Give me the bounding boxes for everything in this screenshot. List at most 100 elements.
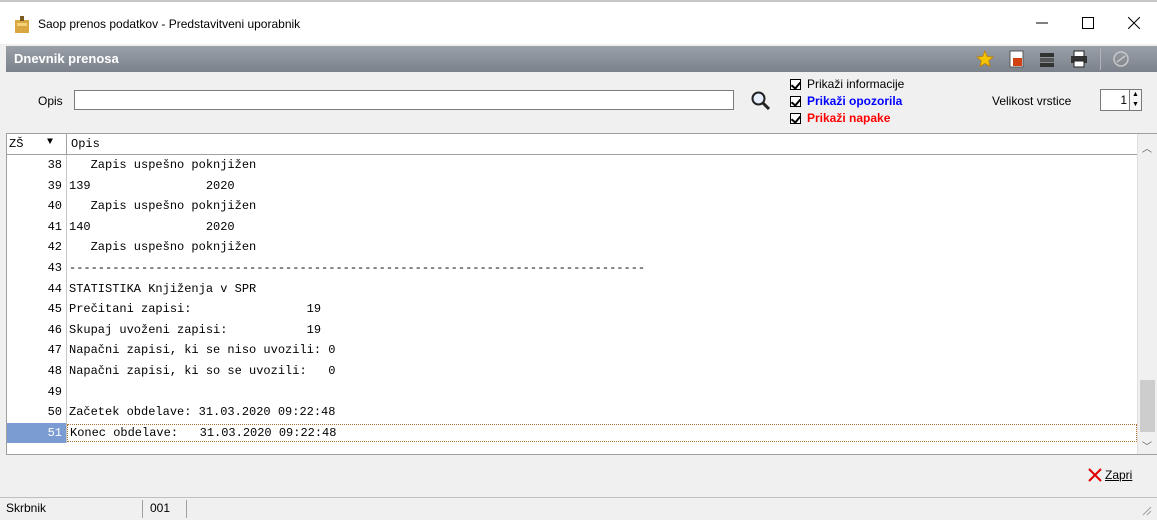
- log-grid[interactable]: ZŠ ▼ Opis 38 Zapis uspešno poknjižen 39 13…: [6, 133, 1157, 455]
- row-size-input[interactable]: 1: [1100, 89, 1130, 111]
- column-header-opis[interactable]: Opis: [71, 137, 100, 151]
- row-number: 41: [47, 219, 62, 234]
- checkbox-show-errors[interactable]: Prikaži napake: [790, 110, 890, 126]
- sort-desc-icon[interactable]: ▼: [47, 137, 53, 148]
- column-divider: [66, 257, 67, 279]
- status-divider: [142, 500, 143, 518]
- table-row[interactable]: 42 Zapis uspešno poknjižen: [7, 237, 1137, 258]
- column-divider: [66, 299, 67, 320]
- table-row[interactable]: 49: [7, 381, 1137, 403]
- column-divider: [66, 402, 67, 423]
- spin-up-icon[interactable]: ▲: [1130, 90, 1141, 100]
- row-number: 42: [47, 240, 62, 255]
- vertical-scrollbar[interactable]: ︿ ﹀: [1137, 134, 1157, 454]
- search-button[interactable]: [750, 90, 772, 112]
- row-size-spinner[interactable]: ▲ ▼: [1130, 89, 1142, 111]
- maximize-button[interactable]: [1065, 2, 1111, 44]
- table-row[interactable]: 47 Napačni zapisi, ki se niso uvozili: 0: [7, 340, 1137, 361]
- row-number: 46: [47, 322, 62, 337]
- row-text: Zapis uspešno poknjižen: [69, 240, 257, 255]
- row-text: 139 2020: [69, 178, 235, 193]
- scroll-thumb[interactable]: [1140, 380, 1155, 432]
- checkbox-checked-icon: [790, 78, 801, 90]
- star-icon: [976, 50, 994, 68]
- grid-header: ZŠ ▼ Opis: [7, 134, 1137, 155]
- row-number: 44: [47, 281, 62, 296]
- table-row[interactable]: 39 139 2020: [7, 175, 1137, 197]
- panel-title: Dnevnik prenosa: [14, 51, 119, 66]
- print-button[interactable]: [1068, 48, 1090, 70]
- table-row[interactable]: 50 Začetek obdelave: 31.03.2020 09:22:48: [7, 402, 1137, 423]
- database-button[interactable]: [1036, 48, 1058, 70]
- table-row[interactable]: 43 --------------------------------------…: [7, 257, 1137, 279]
- column-divider: [66, 134, 67, 154]
- row-number: 50: [47, 405, 62, 420]
- row-text: Konec obdelave: 31.03.2020 09:22:48: [67, 423, 1137, 442]
- column-divider: [66, 196, 67, 217]
- status-code: 001: [150, 501, 171, 515]
- row-text: Začetek obdelave: 31.03.2020 09:22:48: [69, 405, 336, 420]
- minimize-icon: [1036, 22, 1048, 24]
- checkbox-show-warnings[interactable]: Prikaži opozorila: [790, 93, 902, 109]
- status-divider: [186, 500, 187, 518]
- row-number: 43: [47, 260, 62, 275]
- status-bar: Skrbnik 001: [0, 497, 1157, 520]
- close-window-button[interactable]: [1111, 2, 1157, 44]
- minimize-button[interactable]: [1019, 2, 1065, 44]
- table-row[interactable]: 48 Napačni zapisi, ki so se uvozili: 0: [7, 360, 1137, 382]
- disabled-tool-button[interactable]: [1110, 48, 1132, 70]
- column-divider: [66, 360, 67, 382]
- row-number: 45: [47, 302, 62, 317]
- opis-label: Opis: [38, 94, 63, 108]
- column-header-zs[interactable]: ZŠ: [9, 137, 23, 151]
- toolbar-separator: [1100, 48, 1101, 70]
- column-divider: [66, 340, 67, 361]
- row-text: Prečitani zapisi: 19: [69, 302, 322, 317]
- export-button[interactable]: [1006, 48, 1028, 70]
- row-text: 140 2020: [69, 219, 235, 234]
- row-number: 48: [47, 363, 62, 378]
- favorite-button[interactable]: [974, 48, 996, 70]
- close-button[interactable]: Zapri: [1088, 468, 1132, 482]
- magnifier-icon: [751, 91, 771, 111]
- checkbox-label: Prikaži napake: [807, 111, 891, 125]
- bottom-panel: Zapri: [6, 456, 1157, 496]
- print-icon: [1071, 50, 1087, 68]
- row-number: 38: [47, 158, 62, 172]
- checkbox-checked-icon: [790, 112, 801, 124]
- row-size-label: Velikost vrstice: [992, 94, 1072, 108]
- table-row[interactable]: 41 140 2020: [7, 216, 1137, 238]
- row-text: Zapis uspešno poknjižen: [69, 158, 257, 172]
- opis-search-input[interactable]: [74, 90, 734, 110]
- disabled-tool-icon: [1113, 51, 1129, 67]
- row-number: 39: [47, 178, 62, 193]
- scroll-down-icon[interactable]: ﹀: [1142, 438, 1152, 453]
- checkbox-label: Prikaži opozorila: [807, 94, 903, 108]
- row-text: Skupaj uvoženi zapisi: 19: [69, 322, 322, 337]
- row-number: 40: [47, 199, 62, 214]
- table-row[interactable]: 51 Konec obdelave: 31.03.2020 09:22:48: [7, 422, 1137, 444]
- table-row[interactable]: 45 Prečitani zapisi: 19: [7, 299, 1137, 320]
- row-number: 47: [47, 343, 62, 358]
- scroll-up-icon[interactable]: ︿: [1142, 140, 1152, 155]
- checkbox-checked-icon: [790, 95, 801, 107]
- spin-down-icon[interactable]: ▼: [1130, 100, 1141, 110]
- red-x-icon: [1088, 468, 1102, 482]
- maximize-icon: [1082, 17, 1094, 29]
- checkbox-show-info[interactable]: Prikaži informacije: [790, 76, 904, 92]
- window-title: Saop prenos podatkov - Predstavitveni up…: [38, 17, 301, 31]
- resize-grip-icon[interactable]: [1140, 504, 1152, 516]
- column-divider: [66, 155, 67, 176]
- panel-header: Dnevnik prenosa: [6, 46, 1157, 72]
- row-number: 49: [47, 384, 62, 399]
- checkbox-label: Prikaži informacije: [807, 77, 905, 91]
- table-row[interactable]: 38 Zapis uspešno poknjižen: [7, 155, 1137, 176]
- column-divider: [66, 175, 67, 197]
- database-icon: [1040, 53, 1054, 67]
- row-text: Napačni zapisi, ki se niso uvozili: 0: [69, 343, 336, 358]
- table-row[interactable]: 44 STATISTIKA Knjiženja v SPR: [7, 278, 1137, 300]
- row-text: STATISTIKA Knjiženja v SPR: [69, 281, 257, 296]
- table-row[interactable]: 40 Zapis uspešno poknjižen: [7, 196, 1137, 217]
- column-divider: [66, 319, 67, 341]
- table-row[interactable]: 46 Skupaj uvoženi zapisi: 19: [7, 319, 1137, 341]
